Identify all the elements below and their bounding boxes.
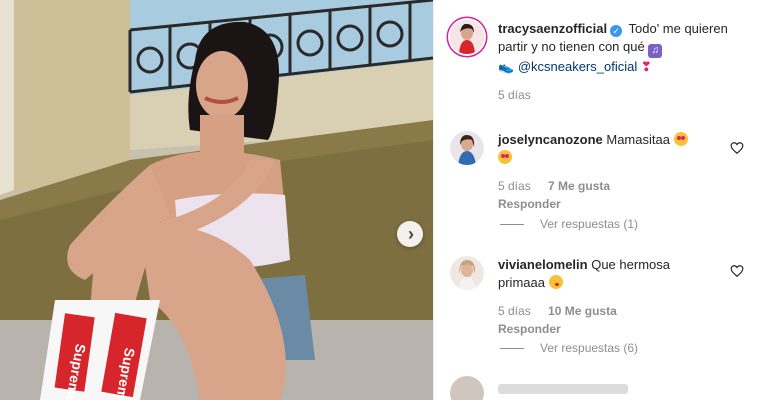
sneaker-emoji-icon: 👟 — [498, 58, 515, 74]
caption-time[interactable]: 5 días — [498, 88, 531, 102]
author-avatar[interactable] — [450, 20, 484, 54]
comment-time[interactable]: 5 días — [498, 179, 531, 193]
caption-text-block: tracysaenzofficial ✓ Todo' me quieren par… — [498, 20, 738, 105]
heart-outline-icon[interactable] — [730, 141, 744, 155]
heart-outline-icon[interactable] — [730, 264, 744, 278]
photo-illustration: Supreme Supreme — [0, 0, 433, 400]
mention-link[interactable]: @kcsneakers_oficial — [518, 59, 637, 74]
comment-body: joselyncanozone Mamasitaa 5 días 7 Me gu… — [498, 131, 703, 213]
comment-username[interactable]: joselyncanozone — [498, 132, 603, 147]
commenter-avatar[interactable] — [450, 256, 484, 290]
comment-item: vivianelomelin Que hermosa primaaa 5 día… — [450, 256, 750, 338]
truncated-comment — [498, 384, 628, 394]
comment-text: Mamasitaa — [606, 132, 670, 147]
commenter-avatar[interactable] — [450, 131, 484, 165]
heart-eyes-emoji-icon — [498, 149, 512, 164]
next-photo-button[interactable]: › — [397, 221, 423, 247]
comments-panel[interactable]: tracysaenzofficial ✓ Todo' me quieren par… — [433, 0, 768, 400]
commenter-avatar[interactable] — [450, 376, 484, 400]
reply-button[interactable]: Responder — [498, 322, 561, 336]
comment-meta: 5 días 10 Me gusta Responder — [498, 303, 703, 338]
comment-time[interactable]: 5 días — [498, 304, 531, 318]
comment-body: vivianelomelin Que hermosa primaaa 5 día… — [498, 256, 703, 338]
comment-item: joselyncanozone Mamasitaa 5 días 7 Me gu… — [450, 131, 750, 213]
view-replies-button[interactable]: Ver respuestas (6) — [500, 341, 638, 355]
replies-divider — [500, 347, 524, 349]
music-emoji-icon: ♫ — [648, 43, 663, 58]
comment-meta: 5 días 7 Me gusta Responder — [498, 178, 703, 213]
replies-divider — [500, 223, 524, 225]
heart-eyes-emoji-icon — [673, 132, 688, 146]
post-caption: tracysaenzofficial ✓ Todo' me quieren par… — [450, 20, 738, 105]
comment-username[interactable]: vivianelomelin — [498, 257, 588, 272]
reply-button[interactable]: Responder — [498, 197, 561, 211]
kiss-emoji-icon — [548, 274, 563, 289]
author-username[interactable]: tracysaenzofficial — [498, 21, 607, 36]
comment-likes[interactable]: 10 Me gusta — [548, 304, 617, 318]
caption-meta: 5 días — [498, 87, 738, 105]
view-replies-label: Ver respuestas (6) — [540, 341, 639, 355]
chevron-right-icon: › — [408, 224, 414, 244]
post-viewer: Supreme Supreme › tracysaenzofficial ✓ To… — [0, 0, 768, 400]
view-replies-button[interactable]: Ver respuestas (1) — [500, 217, 638, 231]
post-photo: Supreme Supreme › — [0, 0, 433, 400]
view-replies-label: Ver respuestas (1) — [540, 217, 639, 231]
heart-exclamation-emoji-icon: ❣ — [640, 58, 652, 74]
comment-likes[interactable]: 7 Me gusta — [548, 179, 610, 193]
verified-badge-icon: ✓ — [610, 25, 623, 37]
